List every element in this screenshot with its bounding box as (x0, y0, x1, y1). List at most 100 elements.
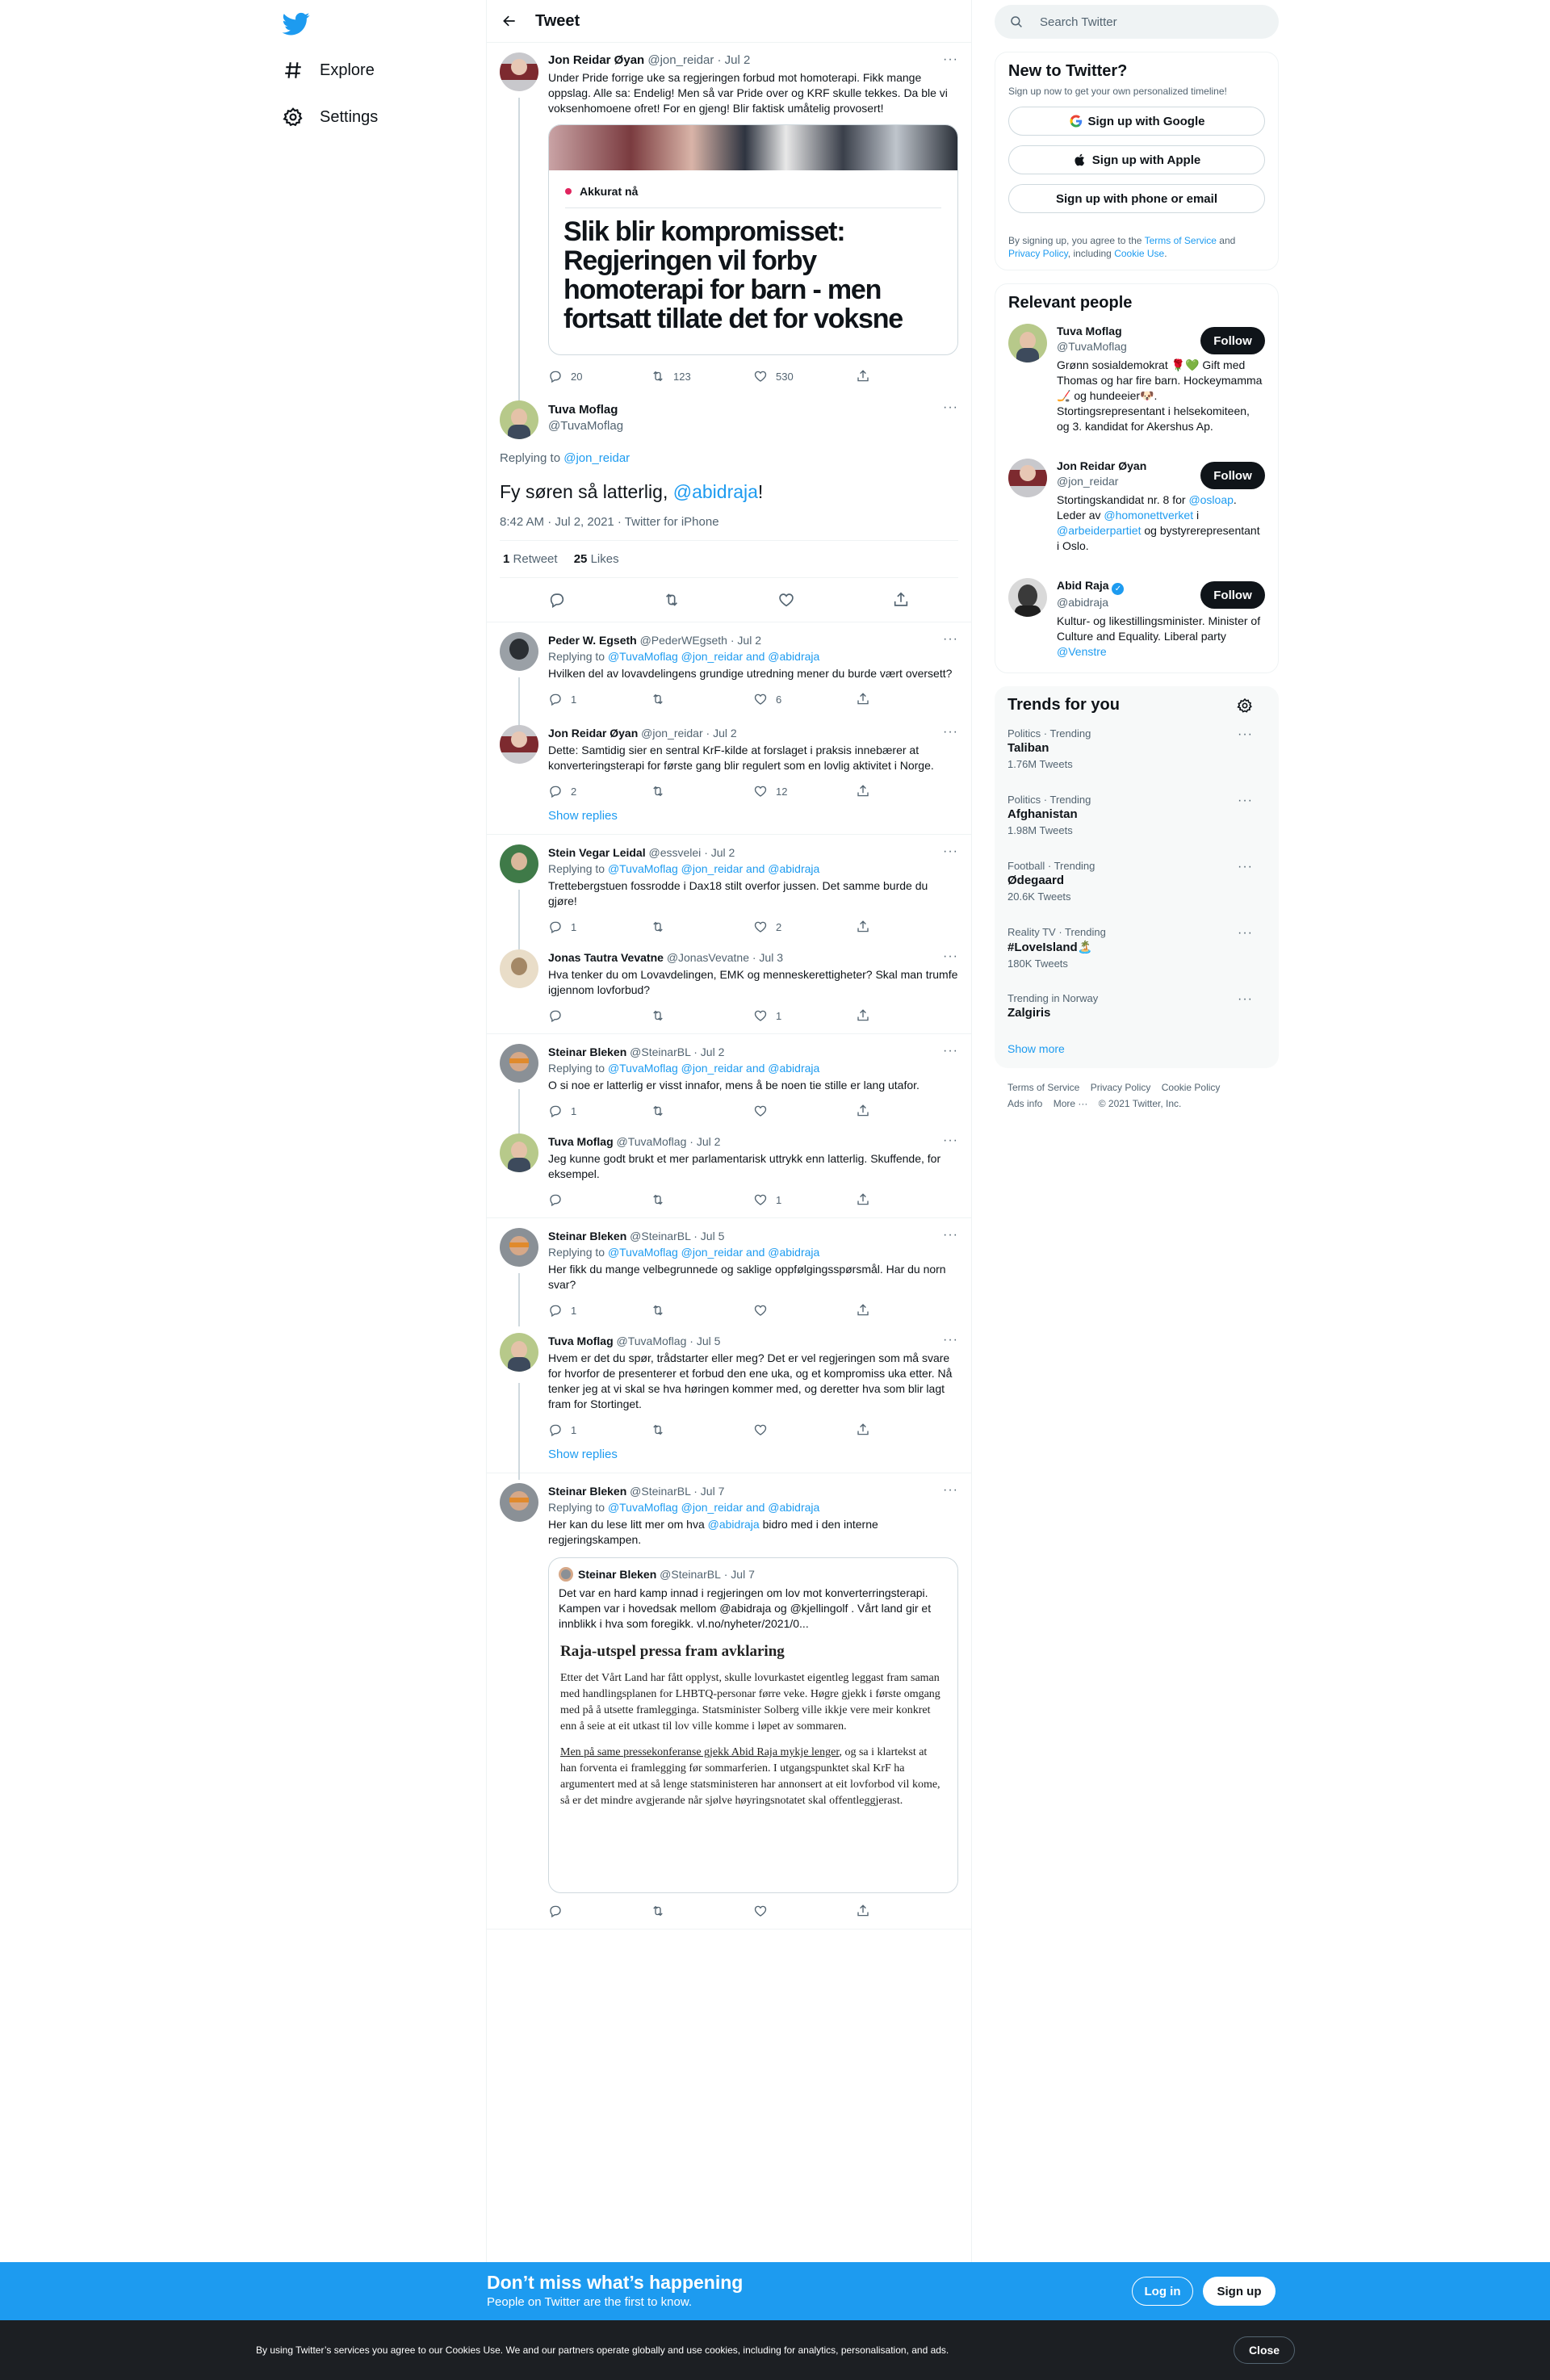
footer-link[interactable]: Cookie Policy (1162, 1082, 1221, 1093)
reply-button[interactable] (548, 1192, 651, 1207)
trend-item[interactable]: Trending in Norway Zalgiris ··· (1008, 986, 1266, 1036)
tweet-date[interactable]: · Jul 2 (693, 1045, 724, 1058)
share-button[interactable] (856, 1303, 958, 1318)
replying-mentions[interactable]: @TuvaMoflag @jon_reidar and @abidraja (608, 1246, 819, 1259)
share-button[interactable] (856, 1904, 958, 1918)
parent-tweet[interactable]: Jon Reidar Øyan @jon_reidar · Jul 2 ··· … (487, 43, 971, 437)
trend-item[interactable]: Politics · Trending Taliban 1.76M Tweets… (1008, 721, 1266, 787)
replying-mentions[interactable]: @TuvaMoflag @jon_reidar and @abidraja (608, 650, 819, 663)
author-handle[interactable]: @SteinarBL (630, 1485, 690, 1498)
author-name[interactable]: Stein Vegar Leidal (548, 846, 646, 859)
reply-tweet[interactable]: Steinar Bleken @SteinarBL · Jul 7 ··· Re… (500, 1483, 958, 1929)
retweets-stat[interactable]: 1 Retweet (503, 552, 558, 566)
retweet-button[interactable] (651, 692, 753, 706)
more-icon[interactable]: ··· (943, 725, 958, 740)
nav-settings[interactable]: Settings (283, 97, 378, 137)
avatar[interactable] (500, 1333, 538, 1372)
retweet-button[interactable] (651, 920, 753, 934)
reply-tweet[interactable]: Steinar Bleken @SteinarBL · Jul 5 ··· Re… (500, 1228, 958, 1328)
reply-tweet[interactable]: Peder W. Egseth @PederWEgseth · Jul 2 ··… (500, 632, 958, 717)
more-icon[interactable]: ··· (943, 52, 958, 67)
focus-mention[interactable]: @abidraja (673, 481, 758, 502)
retweet-button[interactable] (651, 1008, 753, 1023)
tweet-date[interactable]: · Jul 2 (706, 727, 737, 740)
author-handle[interactable]: @TuvaMoflag (617, 1135, 687, 1148)
author-handle[interactable]: @jon_reidar (641, 727, 702, 740)
author-name[interactable]: Peder W. Egseth (548, 634, 637, 647)
share-button[interactable] (856, 1104, 958, 1118)
likes-stat[interactable]: 25 Likes (574, 552, 619, 566)
more-icon[interactable]: ··· (943, 632, 958, 647)
avatar[interactable] (1008, 459, 1047, 497)
share-button[interactable] (856, 784, 958, 798)
like-button[interactable] (753, 1904, 856, 1918)
author-name[interactable]: Tuva Moflag (548, 1335, 614, 1347)
author-name[interactable]: Steinar Bleken (548, 1485, 626, 1498)
author-handle[interactable]: @SteinarBL (630, 1230, 690, 1242)
link-card[interactable]: Akkurat nå Slik blir kompromisset: Regje… (548, 124, 958, 355)
reply-tweet[interactable]: Jonas Tautra Vevatne @JonasVevatne · Jul… (500, 949, 958, 1033)
retweet-button[interactable] (651, 784, 753, 798)
replying-mentions[interactable]: @TuvaMoflag @jon_reidar and @abidraja (608, 862, 819, 875)
show-replies-link[interactable]: Show replies (500, 1448, 958, 1473)
more-icon[interactable]: ··· (1238, 860, 1253, 874)
avatar[interactable] (500, 1133, 538, 1172)
share-button[interactable] (856, 1423, 958, 1437)
retweet-button[interactable] (651, 1104, 753, 1118)
focus-timestamp[interactable]: 8:42 AM · Jul 2, 2021 · Twitter for iPho… (500, 515, 958, 541)
author-handle[interactable]: @essvelei (649, 846, 702, 859)
tweet-date[interactable]: · Jul 2 (689, 1135, 720, 1148)
more-icon[interactable]: ··· (1238, 727, 1253, 742)
reply-button[interactable]: 2 (548, 784, 651, 798)
retweet-button[interactable]: 123 (651, 369, 753, 383)
reply-tweet[interactable]: Tuva Moflag @TuvaMoflag · Jul 5 ··· Hvem… (500, 1333, 958, 1448)
signup-apple-button[interactable]: Sign up with Apple (1008, 145, 1265, 174)
more-icon[interactable]: ··· (1238, 992, 1253, 1007)
reply-button[interactable]: 1 (548, 692, 651, 706)
footer-link[interactable]: Terms of Service (1008, 1082, 1079, 1093)
like-button[interactable]: 12 (753, 784, 856, 798)
tweet-date[interactable]: · Jul 7 (693, 1485, 724, 1498)
retweet-button[interactable] (651, 1303, 753, 1318)
avatar[interactable] (500, 52, 538, 91)
avatar[interactable] (500, 400, 538, 439)
like-button[interactable] (753, 1423, 856, 1437)
avatar[interactable] (1008, 324, 1047, 362)
tweet-date[interactable]: · Jul 5 (693, 1230, 724, 1242)
avatar[interactable] (1008, 578, 1047, 617)
replying-mention[interactable]: @jon_reidar (563, 451, 630, 465)
reply-button[interactable] (548, 1008, 651, 1023)
author-name[interactable]: Jon Reidar Øyan (548, 53, 644, 67)
person-card[interactable]: Tuva Moflag @TuvaMoflag Grønn sosialdemo… (1008, 324, 1265, 434)
more-icon[interactable]: ··· (943, 1483, 958, 1498)
tweet-date[interactable]: · Jul 2 (704, 846, 735, 859)
author-handle[interactable]: @jon_reidar (647, 53, 714, 67)
share-button[interactable] (856, 692, 958, 706)
like-button[interactable]: 1 (753, 1008, 856, 1023)
reply-button[interactable]: 1 (548, 1303, 651, 1318)
share-button[interactable] (856, 920, 958, 934)
author-name[interactable]: Tuva Moflag (548, 1135, 614, 1148)
author-name[interactable]: Jonas Tautra Vevatne (548, 951, 664, 964)
reply-button[interactable] (548, 1904, 651, 1918)
like-button[interactable]: 2 (753, 920, 856, 934)
retweet-button[interactable] (651, 1904, 753, 1918)
replying-mentions[interactable]: @TuvaMoflag @jon_reidar and @abidraja (608, 1501, 819, 1514)
quote-tweet[interactable]: Steinar Bleken @SteinarBL · Jul 7 Det va… (548, 1557, 958, 1893)
retweet-button[interactable] (614, 591, 729, 609)
signup-phone-button[interactable]: Sign up with phone or email (1008, 184, 1265, 213)
person-name[interactable]: Jon Reidar Øyan (1057, 459, 1146, 472)
like-button[interactable] (753, 1303, 856, 1318)
reply-button[interactable]: 20 (548, 369, 651, 383)
like-button[interactable]: 6 (753, 692, 856, 706)
bio-mention[interactable]: @osloap (1188, 493, 1233, 506)
follow-button[interactable]: Follow (1200, 327, 1265, 354)
author-handle[interactable]: @JonasVevatne (667, 951, 749, 964)
reply-button[interactable]: 1 (548, 920, 651, 934)
bio-mention[interactable]: @homonettverket (1104, 509, 1193, 522)
author-name[interactable]: Jon Reidar Øyan (548, 727, 638, 740)
avatar[interactable] (500, 949, 538, 988)
more-icon[interactable]: ··· (943, 1333, 958, 1347)
more-icon[interactable]: ··· (1238, 794, 1253, 808)
like-button[interactable]: 1 (753, 1192, 856, 1207)
